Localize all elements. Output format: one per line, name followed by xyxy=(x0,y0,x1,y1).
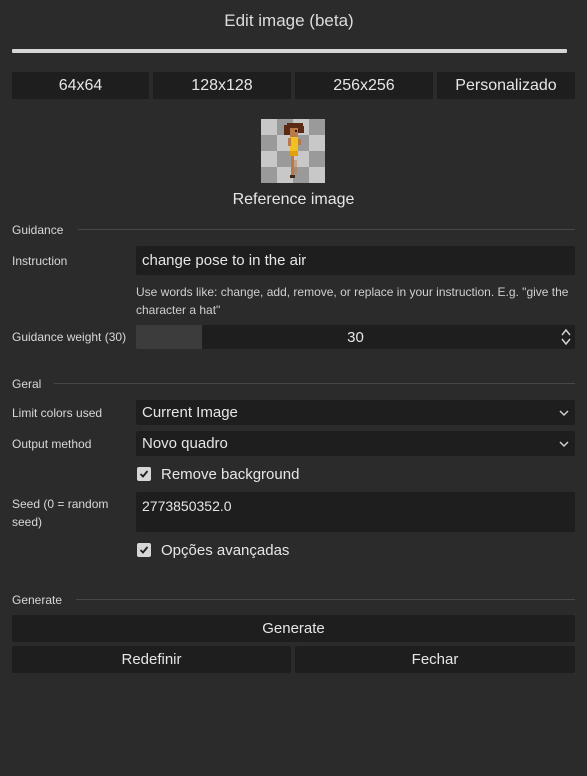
dialog-title: Edit image (beta) xyxy=(224,11,354,30)
guidance-weight-value: 30 xyxy=(347,328,364,346)
generate-button[interactable]: Generate xyxy=(12,615,575,642)
checkmark-icon xyxy=(139,470,149,478)
chevron-down-icon xyxy=(559,440,569,447)
instruction-input[interactable]: change pose to in the air xyxy=(136,246,575,275)
reset-button[interactable]: Redefinir xyxy=(12,646,291,673)
title-divider xyxy=(12,49,567,53)
limit-colors-value: Current Image xyxy=(142,404,238,421)
limit-colors-select[interactable]: Current Image xyxy=(136,400,575,425)
geral-section-label: Geral xyxy=(12,377,42,391)
instruction-hint-line2: character a hat" xyxy=(136,303,221,317)
seed-label-line1: Seed (0 = random xyxy=(12,497,109,511)
advanced-options-label: Opções avançadas xyxy=(161,541,290,559)
output-method-select[interactable]: Novo quadro xyxy=(136,431,575,456)
seed-input[interactable]: 2773850352.0 xyxy=(136,492,575,532)
generate-section-label: Generate xyxy=(12,593,63,607)
guidance-section-divider xyxy=(78,229,575,230)
output-method-label: Output method xyxy=(12,437,92,451)
guidance-weight-slider[interactable]: 30 xyxy=(136,325,575,349)
advanced-options-checkbox[interactable] xyxy=(137,543,151,557)
size-256-button[interactable]: 256x256 xyxy=(295,72,433,99)
remove-background-label: Remove background xyxy=(161,465,300,483)
geral-section-divider xyxy=(54,383,575,384)
size-128-button[interactable]: 128x128 xyxy=(153,72,291,99)
chevron-down-icon xyxy=(559,409,569,416)
close-button[interactable]: Fechar xyxy=(295,646,575,673)
guidance-weight-label: Guidance weight (30) xyxy=(12,330,127,344)
limit-colors-label: Limit colors used xyxy=(12,406,103,420)
generate-section-divider xyxy=(76,599,575,600)
size-64-button[interactable]: 64x64 xyxy=(12,72,149,99)
reference-image-thumbnail[interactable] xyxy=(261,119,325,183)
size-custom-button[interactable]: Personalizado xyxy=(437,72,575,99)
instruction-label: Instruction xyxy=(12,254,68,268)
checkmark-icon xyxy=(139,546,149,554)
guidance-section-label: Guidance xyxy=(12,223,64,237)
remove-background-toggle[interactable]: Remove background xyxy=(137,465,299,483)
seed-label-line2: seed) xyxy=(12,515,43,529)
instruction-hint-line1: Use words like: change, add, remove, or … xyxy=(136,285,569,299)
remove-background-checkbox[interactable] xyxy=(137,467,151,481)
output-method-value: Novo quadro xyxy=(142,435,228,452)
spinner-arrows-icon[interactable] xyxy=(561,327,571,347)
reference-image-label: Reference image xyxy=(232,191,355,208)
advanced-options-toggle[interactable]: Opções avançadas xyxy=(137,541,289,559)
